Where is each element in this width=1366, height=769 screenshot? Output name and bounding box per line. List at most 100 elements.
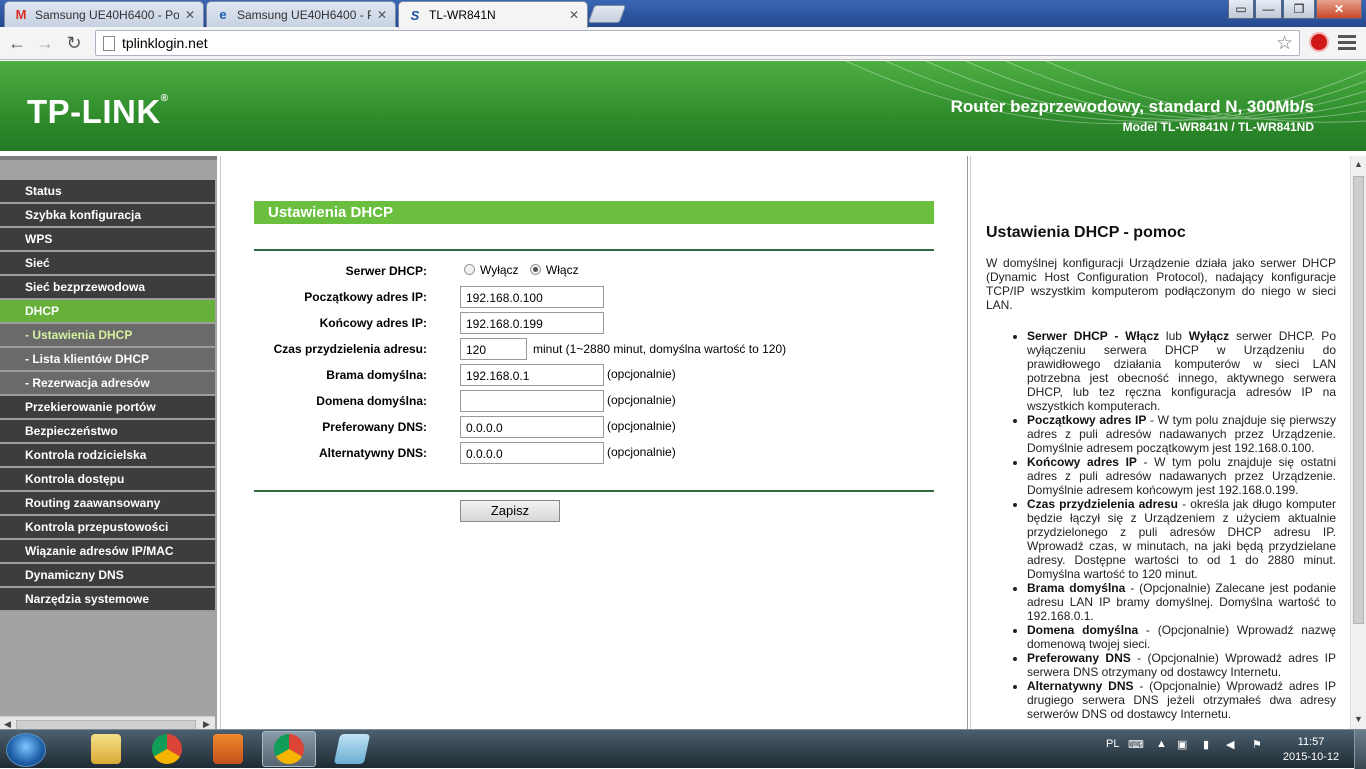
radio-off[interactable] xyxy=(464,264,475,275)
close-icon[interactable]: ✕ xyxy=(185,8,195,22)
primary-dns-input[interactable]: 0.0.0.0 xyxy=(460,416,604,438)
reload-icon[interactable]: ↻ xyxy=(62,31,86,55)
window-close-button[interactable]: ✕ xyxy=(1316,0,1362,19)
sidebar-item-security[interactable]: Bezpieczeństwo xyxy=(0,420,215,444)
tplink-logo: TP-LINK® xyxy=(27,93,169,130)
dhcp-on-label: Włącz xyxy=(545,263,579,277)
start-ip-input[interactable]: 192.168.0.100 xyxy=(460,286,604,308)
system-clock[interactable]: 11:57 2015-10-12 xyxy=(1281,735,1341,765)
extension-icon[interactable] xyxy=(1309,32,1329,52)
start-button[interactable] xyxy=(6,733,46,767)
divider xyxy=(254,249,934,251)
address-bar[interactable]: tplinklogin.net ☆ xyxy=(95,30,1300,56)
sidebar-item-wps[interactable]: WPS xyxy=(0,228,215,252)
sidebar-item-access-control[interactable]: Kontrola dostępu xyxy=(0,468,215,492)
bookmark-star-icon[interactable]: ☆ xyxy=(1276,32,1293,55)
sidebar-item-network[interactable]: Sieć xyxy=(0,252,215,276)
new-tab-button[interactable] xyxy=(587,5,627,23)
browser-toolbar: ← → ↻ tplinklogin.net ☆ xyxy=(0,27,1366,60)
lease-time-row: Czas przydzielenia adresu: 120 minut (1~… xyxy=(221,338,969,360)
tab-gmail[interactable]: M Samsung UE40H6400 - Po ✕ xyxy=(4,1,204,27)
clock-date: 2015-10-12 xyxy=(1282,751,1340,763)
sidebar-item-dhcp[interactable]: DHCP xyxy=(0,300,215,324)
main-content: Ustawienia DHCP Serwer DHCP: Wyłącz Włąc… xyxy=(220,156,968,729)
dhcp-off-label: Wyłącz xyxy=(480,263,519,277)
help-item: Brama domyślna - (Opcjonalnie) Zalecane … xyxy=(1027,581,1336,623)
scroll-down-icon[interactable]: ▼ xyxy=(1354,714,1363,724)
dhcp-on-option[interactable]: Włącz xyxy=(529,263,579,277)
domain-input[interactable] xyxy=(460,390,604,412)
optional-note: (opcjonalnie) xyxy=(607,367,676,381)
close-icon[interactable]: ✕ xyxy=(569,8,579,22)
explorer-taskbar-button[interactable] xyxy=(79,731,133,767)
minimize-button[interactable]: — xyxy=(1255,0,1282,19)
help-item: Końcowy adres IP - W tym polu znajduje s… xyxy=(1027,455,1336,497)
forward-icon[interactable]: → xyxy=(33,31,57,55)
help-intro: W domyślnej konfiguracji Urządzenie dzia… xyxy=(986,256,1336,312)
notes-taskbar-button[interactable] xyxy=(325,731,379,767)
keyboard-icon[interactable]: ⌨ xyxy=(1128,738,1144,751)
secondary-dns-input[interactable]: 0.0.0.0 xyxy=(460,442,604,464)
url-text[interactable]: tplinklogin.net xyxy=(122,35,208,51)
sidebar-item-ip-mac-binding[interactable]: Wiązanie adresów IP/MAC xyxy=(0,540,215,564)
save-button[interactable]: Zapisz xyxy=(460,500,560,522)
help-item: Serwer DHCP - Włącz lub Wyłącz serwer DH… xyxy=(1027,329,1336,413)
lease-time-input[interactable]: 120 xyxy=(460,338,527,360)
start-ip-label: Początkowy adres IP: xyxy=(304,290,427,304)
tab-ie[interactable]: e Samsung UE40H6400 - Po ✕ xyxy=(206,1,396,27)
network-icon[interactable]: ▣ xyxy=(1177,738,1187,751)
sidebar-item-port-forwarding[interactable]: Przekierowanie portów xyxy=(0,396,215,420)
user-icon[interactable]: ▭ xyxy=(1228,0,1254,19)
sidebar-item-advanced-routing[interactable]: Routing zaawansowany xyxy=(0,492,215,516)
end-ip-input[interactable]: 192.168.0.199 xyxy=(460,312,604,334)
chrome-taskbar-button[interactable] xyxy=(140,731,194,767)
language-indicator[interactable]: PL xyxy=(1106,738,1119,750)
router-model: Model TL-WR841N / TL-WR841ND xyxy=(1122,120,1314,134)
help-item: Czas przydzielenia adresu - określa jak … xyxy=(1027,497,1336,581)
sidebar-item-wireless[interactable]: Sieć bezprzewodowa xyxy=(0,276,215,300)
show-desktop-button[interactable] xyxy=(1354,730,1366,769)
tab-title: TL-WR841N xyxy=(429,8,496,22)
restore-button[interactable]: ❐ xyxy=(1283,0,1315,19)
media-player-taskbar-button[interactable] xyxy=(201,731,255,767)
end-ip-row: Końcowy adres IP: 192.168.0.199 xyxy=(221,312,969,334)
optional-note: (opcjonalnie) xyxy=(607,393,676,407)
sidebar-item-bandwidth-control[interactable]: Kontrola przepustowości xyxy=(0,516,215,540)
sidebar-item-system-tools[interactable]: Narzędzia systemowe xyxy=(0,588,215,612)
tab-tplink[interactable]: S TL-WR841N ✕ xyxy=(398,1,588,28)
sidebar-item-status[interactable]: Status xyxy=(0,180,215,204)
header-banner: TP-LINK® Router bezprzewodowy, standard … xyxy=(0,61,1366,151)
back-icon[interactable]: ← xyxy=(5,31,29,55)
gateway-input[interactable]: 192.168.0.1 xyxy=(460,364,604,386)
volume-muted-icon[interactable]: ◀ xyxy=(1226,738,1234,751)
scrollbar-thumb[interactable] xyxy=(1353,176,1364,624)
secondary-dns-row: Alternatywny DNS: 0.0.0.0 (opcjonalnie) xyxy=(221,442,969,464)
help-item: Domena domyślna - (Opcjonalnie) Wprowadź… xyxy=(1027,623,1336,651)
domain-label: Domena domyślna: xyxy=(316,394,427,408)
battery-icon[interactable]: ▮ xyxy=(1203,738,1209,751)
close-icon[interactable]: ✕ xyxy=(377,8,387,22)
sidebar-item-dhcp-settings[interactable]: - Ustawienia DHCP xyxy=(0,324,215,348)
show-hidden-icons[interactable]: ▲ xyxy=(1156,738,1167,750)
sidebar-item-quick-setup[interactable]: Szybka konfiguracja xyxy=(0,204,215,228)
help-vertical-scrollbar[interactable]: ▲ ▼ xyxy=(1350,156,1366,729)
lease-time-note: minut (1~2880 minut, domyślna wartość to… xyxy=(533,342,787,356)
sidebar-item-ddns[interactable]: Dynamiczny DNS xyxy=(0,564,215,588)
end-ip-label: Końcowy adres IP: xyxy=(319,316,427,330)
page-icon xyxy=(103,36,115,51)
browser-tab-strip: M Samsung UE40H6400 - Po ✕ e Samsung UE4… xyxy=(0,0,1366,28)
tab-title: Samsung UE40H6400 - Po xyxy=(35,7,179,22)
gateway-label: Brama domyślna: xyxy=(326,368,427,382)
help-title: Ustawienia DHCP - pomoc xyxy=(986,224,1186,241)
menu-icon[interactable] xyxy=(1338,35,1356,51)
sidebar-item-address-reservation[interactable]: - Rezerwacja adresów xyxy=(0,372,215,396)
chrome-active-taskbar-button[interactable] xyxy=(262,731,316,767)
sidebar-item-parental-control[interactable]: Kontrola rodzicielska xyxy=(0,444,215,468)
dhcp-off-option[interactable]: Wyłącz xyxy=(464,263,519,277)
radio-on[interactable] xyxy=(529,264,541,275)
action-center-icon[interactable]: ⚑ xyxy=(1252,738,1262,751)
optional-note: (opcjonalnie) xyxy=(607,445,676,459)
scroll-up-icon[interactable]: ▲ xyxy=(1354,159,1363,169)
dhcp-server-row: Serwer DHCP: Wyłącz Włącz xyxy=(221,260,969,282)
sidebar-item-dhcp-clients[interactable]: - Lista klientów DHCP xyxy=(0,348,215,372)
